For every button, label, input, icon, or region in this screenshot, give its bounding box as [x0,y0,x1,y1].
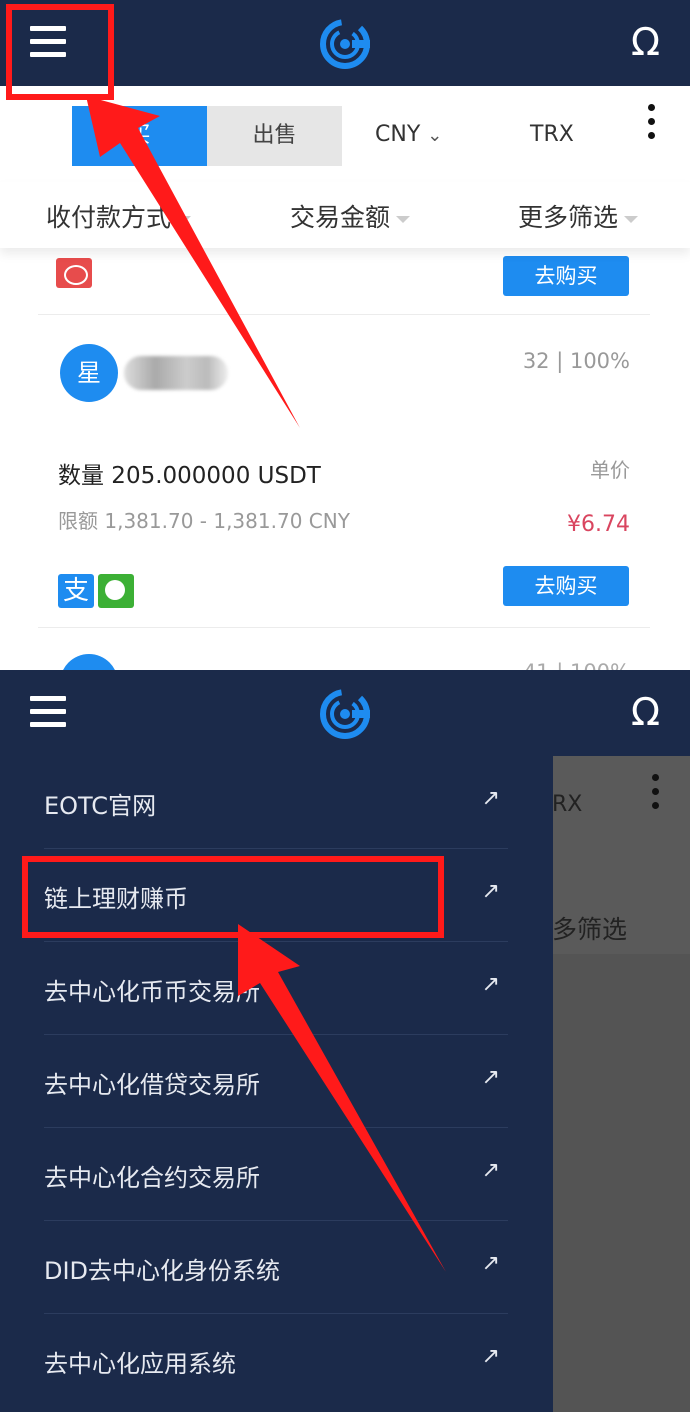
annotation-arrow-bottom [238,924,446,1272]
annotation-arrows [86,96,446,1272]
annotation-arrow-top [86,96,300,428]
